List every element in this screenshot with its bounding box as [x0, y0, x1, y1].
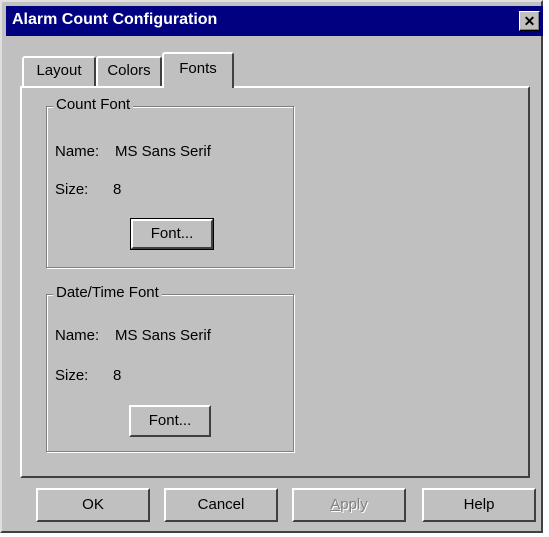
- count-font-size-value: 8: [113, 181, 122, 198]
- count-font-group-title: Count Font: [53, 96, 134, 113]
- dialog-window: Alarm Count Configuration ✕ Layout Color…: [0, 0, 543, 533]
- fonts-tab-panel: Count Font Name: MS Sans Serif Size: 8 F…: [20, 86, 530, 478]
- close-icon: ✕: [523, 13, 536, 29]
- ok-button[interactable]: OK: [36, 488, 150, 522]
- datetime-font-button-label: Font...: [148, 412, 192, 429]
- datetime-font-button[interactable]: Font...: [129, 405, 211, 437]
- help-button-label: Help: [463, 496, 495, 513]
- count-font-name-value: MS Sans Serif: [115, 143, 211, 160]
- apply-button-label: pply: [340, 496, 368, 513]
- count-font-button[interactable]: Font...: [130, 218, 214, 250]
- cancel-button-label: Cancel: [197, 496, 245, 513]
- count-font-button-label: Font...: [150, 225, 194, 242]
- tab-layout[interactable]: Layout: [22, 56, 96, 86]
- count-font-group: Count Font Name: MS Sans Serif Size: 8 F…: [46, 96, 294, 268]
- datetime-font-size-label: Size:: [55, 367, 89, 384]
- close-button[interactable]: ✕: [519, 11, 540, 31]
- datetime-font-group-title: Date/Time Font: [53, 284, 162, 301]
- count-font-size-label: Size:: [55, 181, 89, 198]
- datetime-font-group: Date/Time Font Name: MS Sans Serif Size:…: [46, 284, 294, 452]
- cancel-button[interactable]: Cancel: [164, 488, 278, 522]
- tab-fonts[interactable]: Fonts: [162, 52, 234, 88]
- datetime-font-size-value: 8: [113, 367, 122, 384]
- apply-button-accelerator: A: [330, 496, 341, 513]
- tab-fonts-label: Fonts: [179, 60, 217, 77]
- datetime-font-name-value: MS Sans Serif: [115, 327, 211, 344]
- tab-colors-label: Colors: [107, 62, 151, 79]
- count-font-name-label: Name:: [55, 143, 100, 160]
- title-bar[interactable]: Alarm Count Configuration ✕: [6, 6, 543, 36]
- help-button[interactable]: Help: [422, 488, 536, 522]
- tab-colors[interactable]: Colors: [96, 56, 162, 86]
- apply-button[interactable]: Apply: [292, 488, 406, 522]
- datetime-font-name-label: Name:: [55, 327, 100, 344]
- tab-layout-label: Layout: [36, 62, 82, 79]
- ok-button-label: OK: [82, 496, 104, 513]
- window-title: Alarm Count Configuration: [12, 11, 218, 28]
